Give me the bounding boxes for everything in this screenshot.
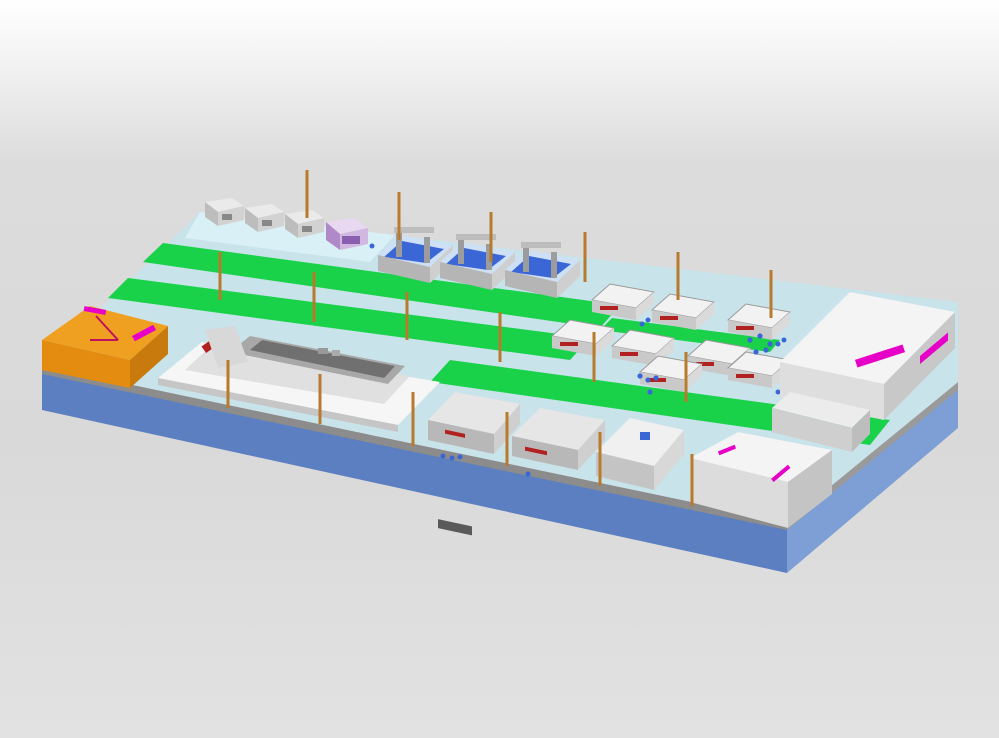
pillar-5 [676,252,680,300]
pillar-7 [218,252,222,300]
pillar-15 [411,392,415,446]
pillar-4 [583,232,587,282]
pillar-13 [226,360,230,408]
pillar-6 [769,270,773,318]
pillar-9 [405,292,409,340]
pillar-12 [684,352,688,402]
pillar-8 [312,272,316,322]
pillar-10 [498,312,502,362]
pillar-1 [305,170,309,218]
pillar-16 [505,412,509,466]
pillar-11 [592,332,596,382]
factory-layout-diagram [42,170,958,573]
pillar-18 [690,454,694,506]
pillar-3 [489,212,493,262]
pillar-2 [397,192,401,240]
pillar-14 [318,374,322,424]
pillar-17 [598,432,602,486]
building-rear-tall [780,292,955,420]
